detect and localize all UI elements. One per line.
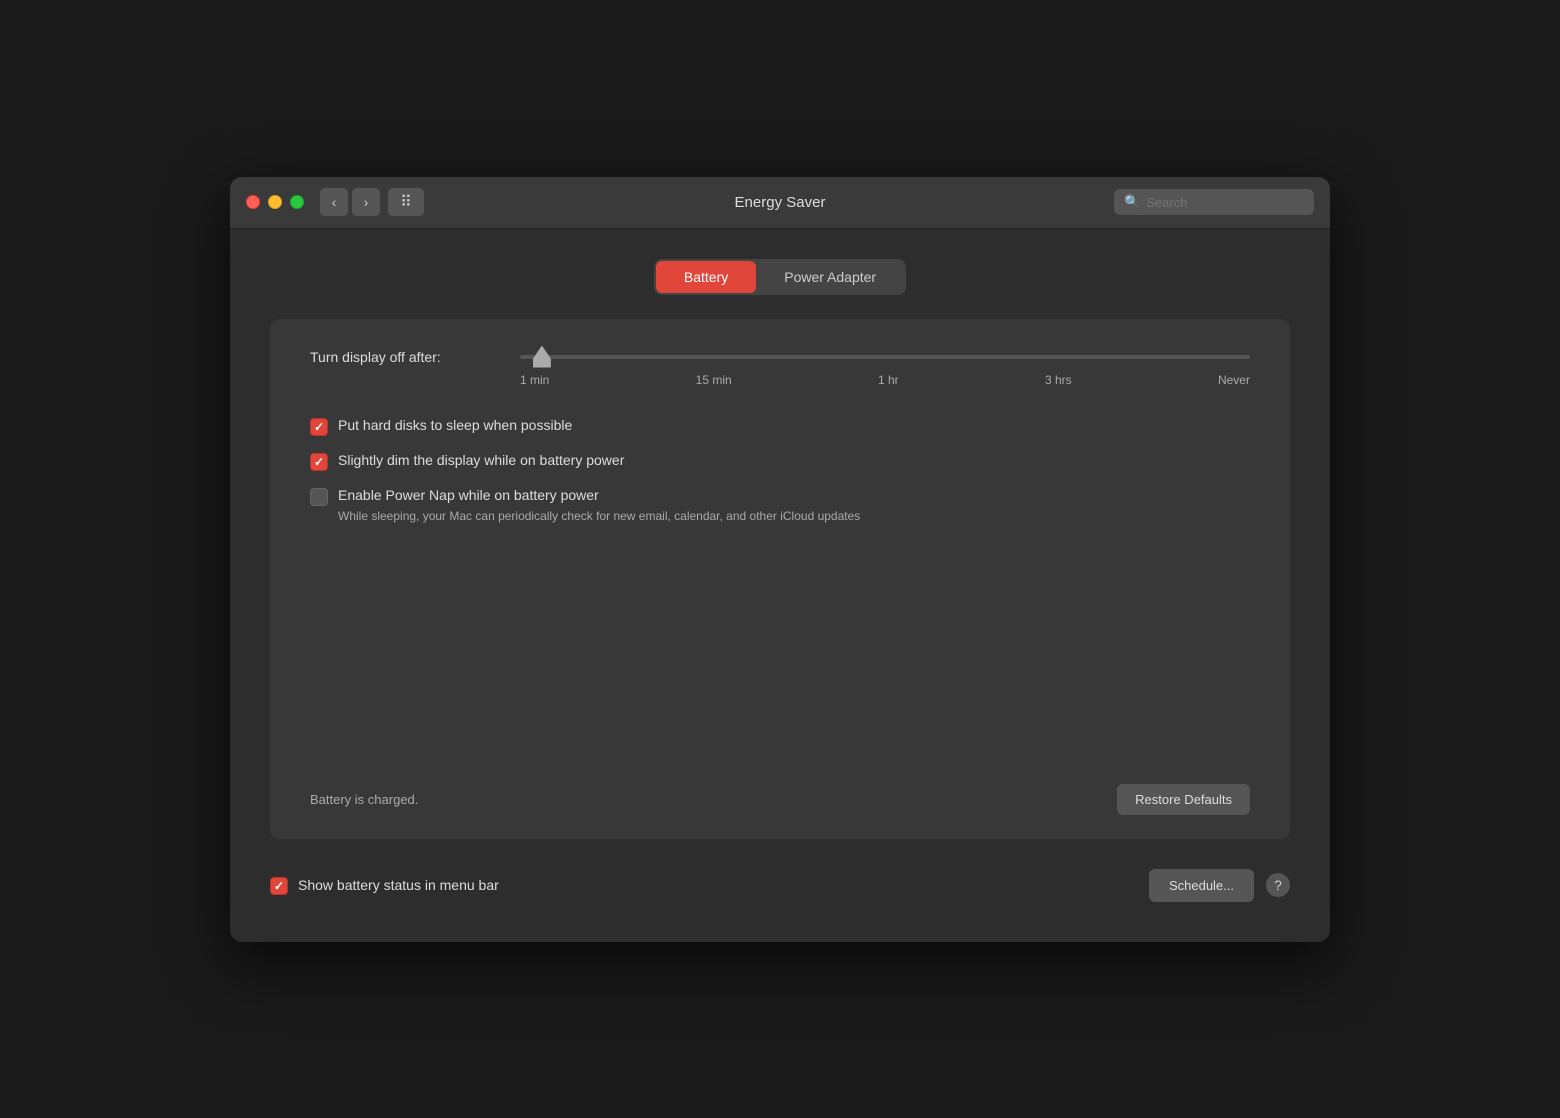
tab-container: Battery Power Adapter	[654, 259, 906, 295]
checkbox-dim-display[interactable]: ✓	[310, 453, 328, 471]
battery-status: Battery is charged.	[310, 792, 418, 807]
back-button[interactable]: ‹	[320, 188, 348, 216]
checkbox-row-hard-disks: ✓ Put hard disks to sleep when possible	[310, 417, 1250, 436]
checkbox-row: ✓ Put hard disks to sleep when possible	[310, 417, 1250, 436]
forward-button[interactable]: ›	[352, 188, 380, 216]
power-nap-subtext: While sleeping, your Mac can periodicall…	[338, 509, 1250, 523]
checkmark-icon: ✓	[274, 879, 284, 893]
nav-buttons: ‹ ›	[320, 188, 424, 216]
slider-track[interactable]	[520, 355, 1250, 359]
show-battery-label: Show battery status in menu bar	[298, 877, 499, 893]
minimize-button[interactable]	[268, 195, 282, 209]
checkbox-power-nap-label: Enable Power Nap while on battery power	[338, 487, 599, 503]
checkbox-hard-disks-label: Put hard disks to sleep when possible	[338, 417, 572, 433]
content-area: Battery Power Adapter Turn display off a…	[230, 229, 1330, 942]
slider-label-never: Never	[1218, 373, 1250, 387]
slider-label: Turn display off after:	[310, 349, 500, 365]
title-bar: ‹ › Energy Saver 🔍	[230, 177, 1330, 229]
checkbox-row-power-nap: Enable Power Nap while on battery power …	[310, 487, 1250, 523]
search-input[interactable]	[1146, 195, 1304, 210]
help-button[interactable]: ?	[1266, 873, 1290, 897]
grid-button[interactable]	[388, 188, 424, 216]
checkbox-row-dim-display: ✓ Slightly dim the display while on batt…	[310, 452, 1250, 471]
slider-row: Turn display off after:	[310, 349, 1250, 365]
schedule-button[interactable]: Schedule...	[1149, 869, 1254, 902]
window-title: Energy Saver	[735, 194, 826, 211]
main-panel: Turn display off after: 1 min 15 min 1 h…	[270, 319, 1290, 839]
slider-label-1hr: 1 hr	[878, 373, 899, 387]
tab-power-adapter[interactable]: Power Adapter	[756, 261, 904, 293]
slider-label-1min: 1 min	[520, 373, 549, 387]
checkmark-icon: ✓	[314, 420, 324, 434]
energy-saver-window: ‹ › Energy Saver 🔍 Battery Power Adapter	[230, 177, 1330, 942]
footer-row: ✓ Show battery status in menu bar Schedu…	[270, 859, 1290, 912]
checkbox-row: Enable Power Nap while on battery power	[310, 487, 1250, 506]
slider-label-3hrs: 3 hrs	[1045, 373, 1072, 387]
traffic-lights	[246, 195, 304, 209]
search-icon: 🔍	[1124, 194, 1140, 210]
slider-label-15min: 15 min	[696, 373, 732, 387]
checkboxes: ✓ Put hard disks to sleep when possible …	[310, 417, 1250, 523]
slider-thumb[interactable]	[533, 346, 551, 368]
grid-icon	[400, 192, 412, 212]
footer-left: ✓ Show battery status in menu bar	[270, 876, 499, 895]
slider-labels: 1 min 15 min 1 hr 3 hrs Never	[520, 373, 1250, 387]
close-button[interactable]	[246, 195, 260, 209]
search-box[interactable]: 🔍	[1114, 189, 1314, 215]
checkbox-power-nap[interactable]	[310, 488, 328, 506]
display-sleep-slider-section: Turn display off after: 1 min 15 min 1 h…	[310, 349, 1250, 387]
restore-defaults-button[interactable]: Restore Defaults	[1117, 784, 1250, 815]
slider-track-container[interactable]	[520, 355, 1250, 359]
checkbox-row: ✓ Slightly dim the display while on batt…	[310, 452, 1250, 471]
checkbox-show-battery[interactable]: ✓	[270, 877, 288, 895]
maximize-button[interactable]	[290, 195, 304, 209]
tab-switcher: Battery Power Adapter	[270, 259, 1290, 295]
checkbox-hard-disks[interactable]: ✓	[310, 418, 328, 436]
checkmark-icon: ✓	[314, 455, 324, 469]
footer-right: Schedule... ?	[1149, 869, 1290, 902]
tab-battery[interactable]: Battery	[656, 261, 756, 293]
checkbox-dim-display-label: Slightly dim the display while on batter…	[338, 452, 624, 468]
panel-bottom: Battery is charged. Restore Defaults	[310, 784, 1250, 815]
